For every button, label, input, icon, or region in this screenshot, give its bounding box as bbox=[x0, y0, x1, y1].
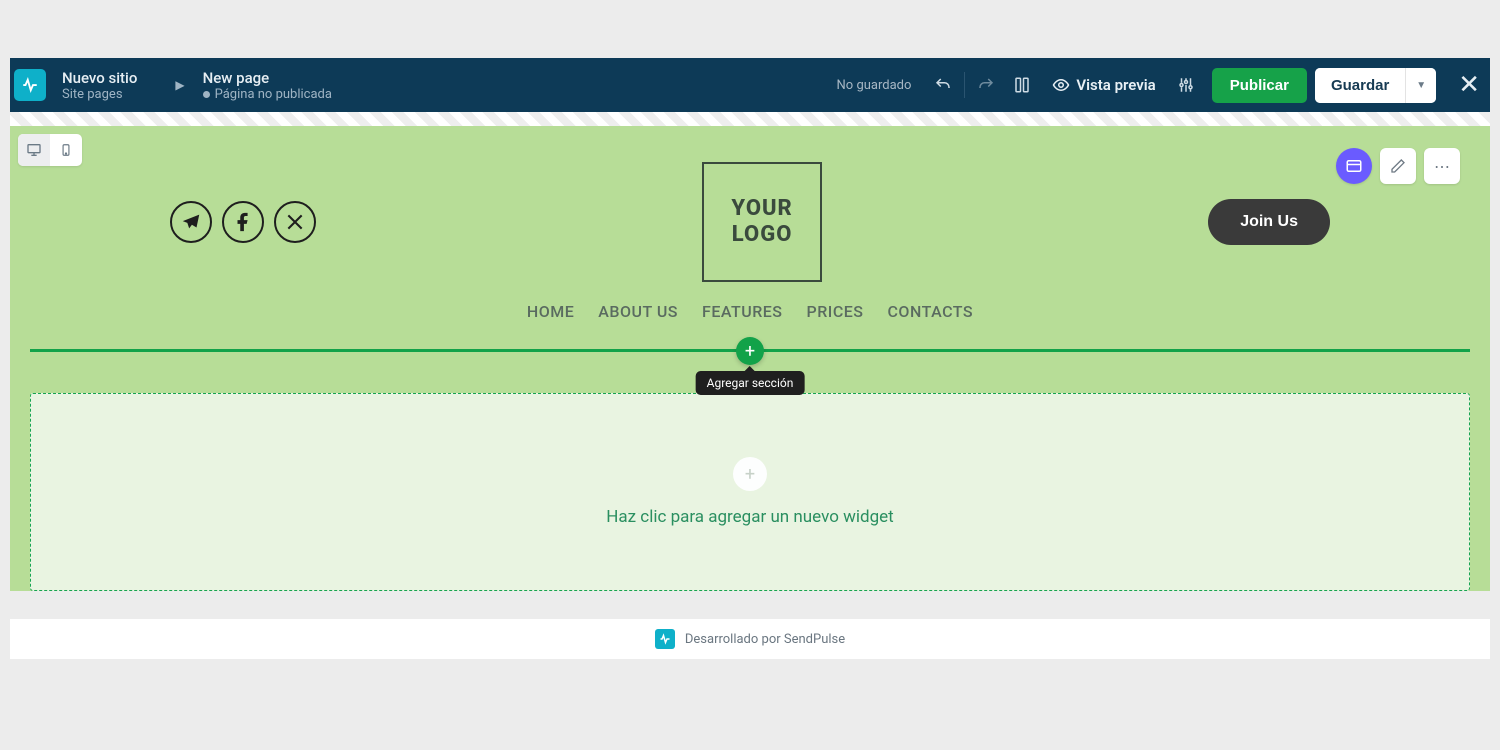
empty-widget-zone[interactable]: + Haz clic para agregar un nuevo widget bbox=[30, 393, 1470, 591]
widget-hint: Haz clic para agregar un nuevo widget bbox=[606, 507, 893, 527]
template-header: YOURLOGO Join Us bbox=[170, 156, 1330, 292]
divider bbox=[964, 72, 965, 98]
nav-contacts[interactable]: CONTACTS bbox=[887, 302, 973, 321]
site-subtitle: Site pages bbox=[62, 87, 137, 102]
template-page: YOURLOGO Join Us HOME ABOUT US FEATURES … bbox=[10, 126, 1490, 591]
telegram-icon[interactable] bbox=[170, 201, 212, 243]
logo-placeholder[interactable]: YOURLOGO bbox=[702, 162, 822, 282]
add-section-tooltip: Agregar sección bbox=[696, 371, 805, 395]
add-section-button[interactable]: + bbox=[736, 337, 764, 365]
sendpulse-icon bbox=[655, 629, 675, 649]
site-title: Nuevo sitio bbox=[62, 69, 137, 87]
powered-by-footer: Desarrollado por SendPulse bbox=[10, 619, 1490, 659]
x-twitter-icon[interactable] bbox=[274, 201, 316, 243]
save-dropdown-button[interactable]: ▼ bbox=[1405, 68, 1436, 103]
device-toggle bbox=[18, 134, 82, 166]
nav-about[interactable]: ABOUT US bbox=[598, 302, 678, 321]
publish-button[interactable]: Publicar bbox=[1212, 68, 1307, 103]
ruler-strip bbox=[10, 112, 1490, 126]
close-button[interactable]: ✕ bbox=[1448, 70, 1490, 100]
breadcrumb-page[interactable]: New page Página no publicada bbox=[193, 65, 352, 106]
top-bar: Nuevo sitio Site pages ▶ New page Página… bbox=[10, 58, 1490, 112]
nav-prices[interactable]: PRICES bbox=[807, 302, 864, 321]
unsaved-status: No guardado bbox=[837, 78, 912, 93]
redo-button[interactable] bbox=[968, 67, 1004, 103]
mobile-view-button[interactable] bbox=[50, 134, 82, 166]
save-group: Guardar ▼ bbox=[1315, 68, 1436, 103]
edit-section-button[interactable] bbox=[1380, 148, 1416, 184]
section-divider: + Agregar sección bbox=[10, 337, 1490, 363]
facebook-icon[interactable] bbox=[222, 201, 264, 243]
template-nav: HOME ABOUT US FEATURES PRICES CONTACTS bbox=[170, 292, 1330, 337]
page-title: New page bbox=[203, 69, 332, 87]
chevron-right-icon: ▶ bbox=[175, 78, 184, 92]
undo-button[interactable] bbox=[925, 67, 961, 103]
canvas: ⋯ YOURLOGO Join Us HOME ABOUT US FEATURE… bbox=[10, 126, 1490, 659]
join-us-button[interactable]: Join Us bbox=[1208, 199, 1330, 245]
guides-button[interactable] bbox=[1004, 67, 1040, 103]
section-more-button[interactable]: ⋯ bbox=[1424, 148, 1460, 184]
social-links bbox=[170, 201, 316, 243]
nav-home[interactable]: HOME bbox=[527, 302, 574, 321]
page-status: Página no publicada bbox=[203, 87, 332, 102]
status-dot-icon bbox=[203, 91, 210, 98]
section-tools: ⋯ bbox=[1336, 148, 1460, 184]
powered-by-text: Desarrollado por SendPulse bbox=[685, 632, 845, 647]
save-button[interactable]: Guardar bbox=[1315, 68, 1405, 103]
plus-icon: + bbox=[733, 457, 767, 491]
breadcrumb-site[interactable]: Nuevo sitio Site pages bbox=[56, 65, 167, 106]
section-style-button[interactable] bbox=[1336, 148, 1372, 184]
brand-icon[interactable] bbox=[14, 69, 46, 101]
settings-button[interactable] bbox=[1168, 67, 1204, 103]
nav-features[interactable]: FEATURES bbox=[702, 302, 783, 321]
desktop-view-button[interactable] bbox=[18, 134, 50, 166]
preview-button[interactable]: Vista previa bbox=[1040, 76, 1167, 94]
